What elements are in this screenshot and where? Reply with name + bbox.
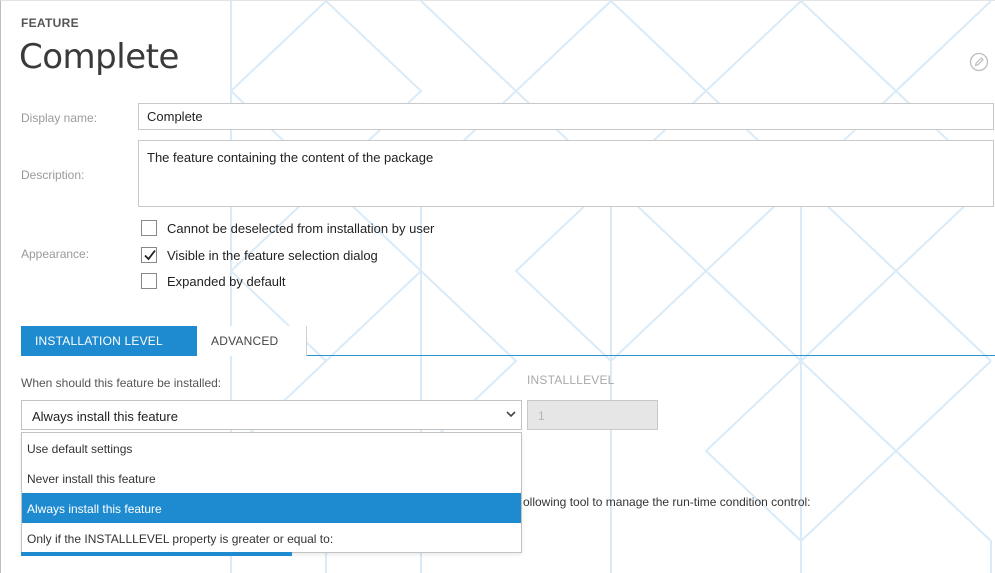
appearance-label: Appearance: <box>21 247 90 261</box>
pencil-circle-icon <box>969 52 989 72</box>
option-label: Expanded by default <box>167 273 286 289</box>
dropdown-option-installlevel[interactable]: Only if the INSTALLLEVEL property is gre… <box>22 523 521 553</box>
checkbox-visible-in-dialog[interactable] <box>141 247 157 263</box>
edit-icon[interactable] <box>969 52 989 72</box>
option-expanded-default[interactable]: Expanded by default <box>141 272 286 290</box>
installlevel-label: INSTALLLEVEL <box>527 373 615 387</box>
content-layer: FEATURE Complete Display name: Complete … <box>1 1 995 573</box>
checkbox-expanded-default[interactable] <box>141 273 157 289</box>
section-label: FEATURE <box>21 16 79 30</box>
install-condition-select[interactable]: Always install this feature <box>21 400 522 430</box>
display-name-label: Display name: <box>21 111 98 125</box>
page-title: Complete <box>19 37 179 77</box>
install-question: When should this feature be installed: <box>21 376 222 390</box>
dropdown-option-always[interactable]: Always install this feature <box>22 493 521 523</box>
description-label: Description: <box>21 168 85 182</box>
checkmark-icon <box>144 249 156 261</box>
dropdown-option-never[interactable]: Never install this feature <box>22 463 521 493</box>
display-name-field[interactable]: Complete <box>138 103 994 130</box>
option-label: Cannot be deselected from installation b… <box>167 220 435 236</box>
description-field[interactable]: The feature containing the content of th… <box>138 140 994 207</box>
option-visible-in-dialog[interactable]: Visible in the feature selection dialog <box>141 246 378 264</box>
chevron-down-icon[interactable] <box>504 407 518 421</box>
tab-advanced[interactable]: ADVANCED <box>197 326 307 356</box>
option-label: Visible in the feature selection dialog <box>167 247 378 263</box>
accent-strip <box>21 552 292 556</box>
installlevel-input: 1 <box>527 400 658 430</box>
option-cannot-deselect[interactable]: Cannot be deselected from installation b… <box>141 219 434 237</box>
tab-installation-level[interactable]: INSTALLATION LEVEL <box>21 326 197 356</box>
tool-description: ollowing tool to manage the run-time con… <box>523 495 811 509</box>
install-condition-dropdown: Use default settings Never install this … <box>21 432 522 553</box>
checkbox-cannot-deselect[interactable] <box>141 220 157 236</box>
feature-panel: FEATURE Complete Display name: Complete … <box>0 0 995 573</box>
dropdown-option-default[interactable]: Use default settings <box>22 433 521 463</box>
